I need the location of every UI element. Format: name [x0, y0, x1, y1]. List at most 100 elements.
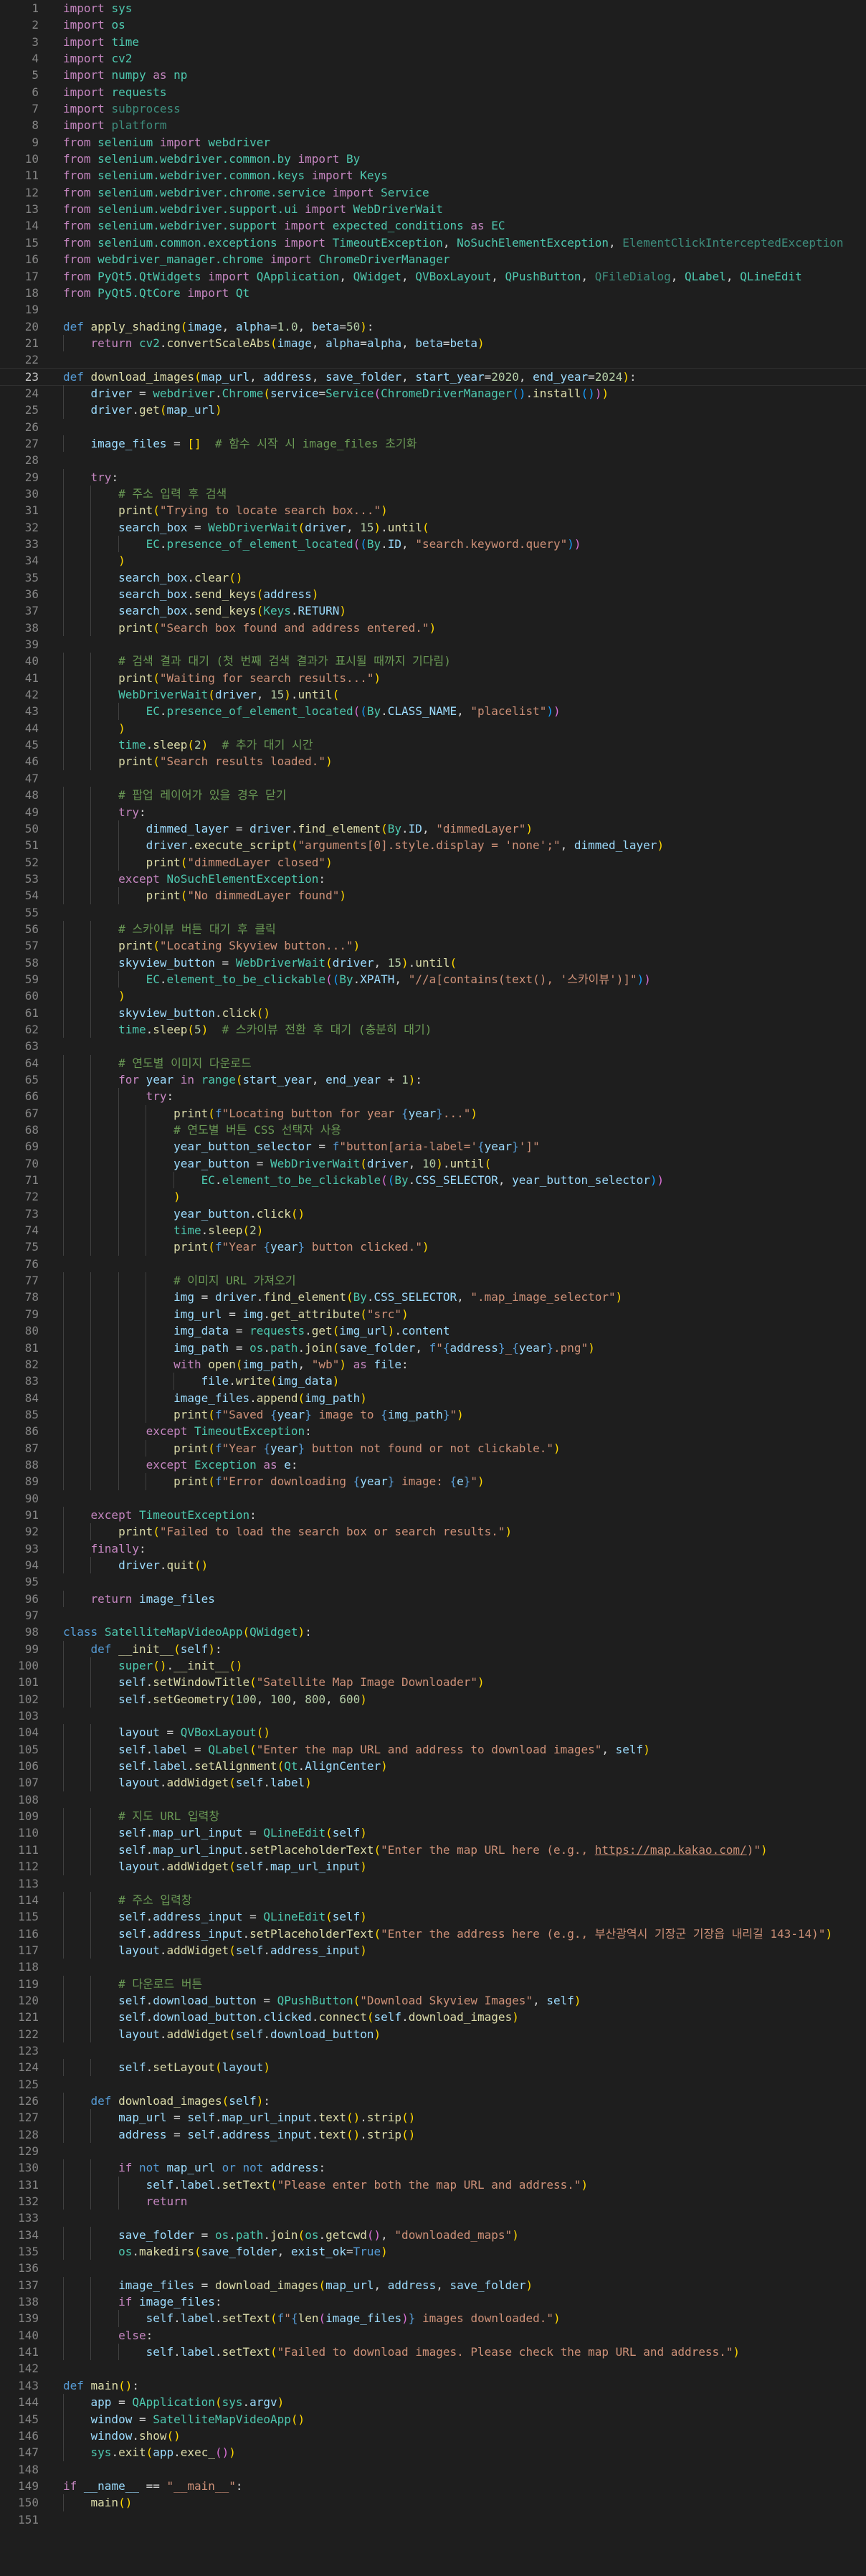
code-line[interactable]: 37 search_box.send_keys(Keys.RETURN) [0, 602, 866, 620]
code-line[interactable]: 103 [0, 1708, 866, 1724]
code-line[interactable]: 86 except TimeoutException: [0, 1423, 866, 1440]
code-line[interactable]: 139 self.label.setText(f"{len(image_file… [0, 2310, 866, 2327]
code-line[interactable]: 148 [0, 2461, 866, 2478]
code-line[interactable]: 2 import os [0, 16, 866, 33]
code-line[interactable]: 62 time.sleep(5) # 스카이뷰 전환 후 대기 (충분히 대기) [0, 1021, 866, 1038]
code-line[interactable]: 45 time.sleep(2) # 추가 대기 시간 [0, 737, 866, 754]
code-line[interactable]: 134 save_folder = os.path.join(os.getcwd… [0, 2226, 866, 2244]
code-line[interactable]: 144 app = QApplication(sys.argv) [0, 2394, 866, 2411]
code-line[interactable]: 58 skyview_button = WebDriverWait(driver… [0, 954, 866, 971]
code-line[interactable]: 119 # 다운로드 버튼 [0, 1975, 866, 1992]
code-line[interactable]: 50 dimmed_layer = driver.find_element(By… [0, 820, 866, 838]
code-line[interactable]: 17 from PyQt5.QtWidgets import QApplicati… [0, 268, 866, 285]
code-line[interactable]: 48 # 팝업 레이어가 있을 경우 닫기 [0, 787, 866, 804]
code-line[interactable]: 79 img_url = img.get_attribute("src") [0, 1305, 866, 1323]
code-line[interactable]: 138 if image_files: [0, 2293, 866, 2311]
code-line[interactable]: 75 print(f"Year {year} button clicked.") [0, 1239, 866, 1256]
code-line[interactable]: 142 [0, 2360, 866, 2377]
code-line[interactable]: 44 ) [0, 719, 866, 737]
code-line[interactable]: 6 import requests [0, 84, 866, 100]
code-line[interactable]: 101 self.setWindowTitle("Satellite Map I… [0, 1674, 866, 1691]
code-line[interactable]: 51 driver.execute_script("arguments[0].s… [0, 837, 866, 854]
code-line[interactable]: 19 [0, 301, 866, 318]
code-line[interactable]: 149 if __name__ == "__main__": [0, 2478, 866, 2494]
code-line[interactable]: 116 self.address_input.setPlaceholderTex… [0, 1925, 866, 1942]
code-line[interactable]: 82 with open(img_path, "wb") as file: [0, 1355, 866, 1373]
code-line[interactable]: 99 def __init__(self): [0, 1640, 866, 1658]
code-line[interactable]: 102 self.setGeometry(100, 100, 800, 600) [0, 1690, 866, 1708]
code-line[interactable]: 127 map_url = self.map_url_input.text().… [0, 2109, 866, 2126]
code-line[interactable]: 46 print("Search results loaded.") [0, 753, 866, 770]
code-line[interactable]: 34 ) [0, 552, 866, 569]
code-line[interactable]: 111 self.map_url_input.setPlaceholderTex… [0, 1841, 866, 1859]
code-line[interactable]: 147 sys.exit(app.exec_()) [0, 2444, 866, 2461]
code-line[interactable]: 59 EC.element_to_be_clickable((By.XPATH,… [0, 970, 866, 988]
code-line[interactable]: 5 import numpy as np [0, 67, 866, 83]
code-line[interactable]: 110 self.map_url_input = QLineEdit(self) [0, 1824, 866, 1842]
code-line[interactable]: 12 from selenium.webdriver.chrome.service… [0, 184, 866, 201]
code-line[interactable]: 132 return [0, 2193, 866, 2210]
code-line[interactable]: 89 print(f"Error downloading {year} imag… [0, 1473, 866, 1490]
code-line[interactable]: 56 # 스카이뷰 버튼 대기 후 클릭 [0, 920, 866, 938]
code-line[interactable]: 85 print(f"Saved {year} image to {img_pa… [0, 1406, 866, 1424]
code-line[interactable]: 141 self.label.setText("Failed to downlo… [0, 2344, 866, 2361]
code-line[interactable]: 133 [0, 2210, 866, 2226]
code-line[interactable]: 106 self.label.setAlignment(Qt.AlignCent… [0, 1758, 866, 1775]
code-line[interactable]: 96 return image_files [0, 1590, 866, 1607]
code-line[interactable]: 10 from selenium.webdriver.common.by impo… [0, 151, 866, 167]
code-line[interactable]: 22 [0, 351, 866, 368]
code-line[interactable]: 4 import cv2 [0, 50, 866, 67]
code-line[interactable]: 43 EC.presence_of_element_located((By.CL… [0, 703, 866, 720]
code-line[interactable]: 69 year_button_selector = f"button[aria-… [0, 1138, 866, 1155]
code-line[interactable]: 8 import platform [0, 117, 866, 133]
code-line[interactable]: 95 [0, 1573, 866, 1590]
code-line[interactable]: 23 def download_images(map_url, address, … [0, 367, 866, 386]
code-line[interactable]: 72 ) [0, 1188, 866, 1206]
code-line[interactable]: 115 self.address_input = QLineEdit(self) [0, 1908, 866, 1926]
code-line[interactable]: 38 print("Search box found and address e… [0, 619, 866, 637]
code-line[interactable]: 120 self.download_button = QPushButton("… [0, 1992, 866, 2009]
code-line[interactable]: 90 [0, 1490, 866, 1507]
code-line[interactable]: 122 layout.addWidget(self.download_butto… [0, 2025, 866, 2042]
code-line[interactable]: 107 layout.addWidget(self.label) [0, 1774, 866, 1791]
code-line[interactable]: 121 self.download_button.clicked.connect… [0, 2009, 866, 2026]
code-line[interactable]: 65 for year in range(start_year, end_yea… [0, 1071, 866, 1089]
code-line[interactable]: 150 main() [0, 2494, 866, 2511]
code-line[interactable]: 16 from webdriver_manager.chrome import C… [0, 251, 866, 267]
code-line[interactable]: 52 print("dimmedLayer closed") [0, 853, 866, 871]
code-line[interactable]: 64 # 연도별 이미지 다운로드 [0, 1054, 866, 1071]
code-line[interactable]: 47 [0, 770, 866, 787]
code-line[interactable]: 66 try: [0, 1088, 866, 1105]
code-line[interactable]: 76 [0, 1256, 866, 1272]
code-line[interactable]: 21 return cv2.convertScaleAbs(image, alp… [0, 334, 866, 352]
code-line[interactable]: 83 file.write(img_data) [0, 1373, 866, 1390]
code-line[interactable]: 71 EC.element_to_be_clickable((By.CSS_SE… [0, 1172, 866, 1189]
code-line[interactable]: 13 from selenium.webdriver.support.ui imp… [0, 201, 866, 217]
code-line[interactable]: 39 [0, 636, 866, 653]
code-line[interactable]: 77 # 이미지 URL 가져오기 [0, 1272, 866, 1289]
code-line[interactable]: 118 [0, 1959, 866, 1975]
code-line[interactable]: 105 self.label = QLabel("Enter the map U… [0, 1741, 866, 1758]
code-line[interactable]: 14 from selenium.webdriver.support import… [0, 217, 866, 234]
code-line[interactable]: 97 [0, 1607, 866, 1624]
code-line[interactable]: 130 if not map_url or not address: [0, 2159, 866, 2177]
code-line[interactable]: 27 image_files = [] # 함수 시작 시 image_file… [0, 435, 866, 453]
code-line[interactable]: 18 from PyQt5.QtCore import Qt [0, 285, 866, 301]
code-line[interactable]: 30 # 주소 입력 후 검색 [0, 485, 866, 503]
code-line[interactable]: 104 layout = QVBoxLayout() [0, 1724, 866, 1741]
code-line[interactable]: 114 # 주소 입력창 [0, 1891, 866, 1909]
code-line[interactable]: 94 driver.quit() [0, 1556, 866, 1574]
code-line[interactable]: 80 img_data = requests.get(img_url).cont… [0, 1322, 866, 1340]
code-line[interactable]: 124 self.setLayout(layout) [0, 2059, 866, 2076]
code-line[interactable]: 70 year_button = WebDriverWait(driver, 1… [0, 1155, 866, 1173]
code-line[interactable]: 74 time.sleep(2) [0, 1222, 866, 1239]
code-line[interactable]: 128 address = self.address_input.text().… [0, 2126, 866, 2143]
code-line[interactable]: 57 print("Locating Skyview button...") [0, 937, 866, 955]
code-line[interactable]: 41 print("Waiting for search results..."… [0, 669, 866, 687]
code-line[interactable]: 146 window.show() [0, 2427, 866, 2445]
code-line[interactable]: 98 class SatelliteMapVideoApp(QWidget): [0, 1624, 866, 1640]
code-line[interactable]: 67 print(f"Locating button for year {yea… [0, 1104, 866, 1122]
code-line[interactable]: 125 [0, 2076, 866, 2093]
code-line[interactable]: 42 WebDriverWait(driver, 15).until( [0, 686, 866, 704]
code-line[interactable]: 54 print("No dimmedLayer found") [0, 887, 866, 904]
